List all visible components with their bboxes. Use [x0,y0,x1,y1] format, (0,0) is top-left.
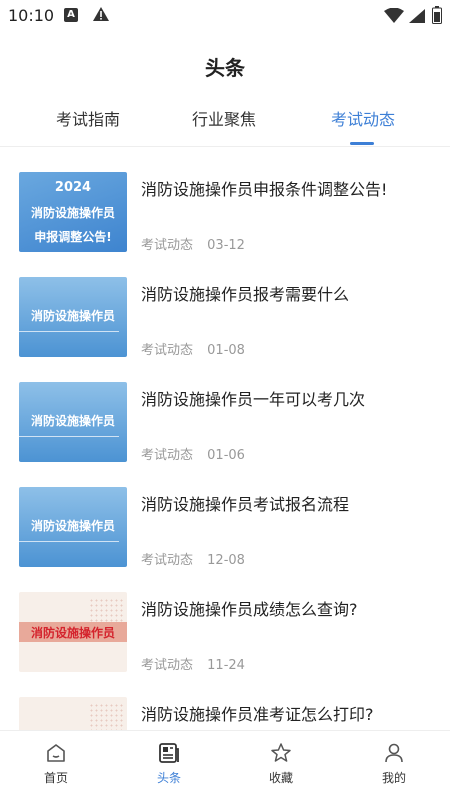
article-category: 考试动态 [141,448,194,463]
tab-industry-focus[interactable]: 行业聚焦 [192,106,256,130]
battery-icon [432,6,442,28]
divider [0,146,450,147]
thumbnail-text: 消防设施操作员 [30,414,115,428]
article-date: 11-24 [207,658,245,673]
nav-item-favorites[interactable]: 收藏 [241,741,321,786]
thumbnail-text: 申报调整公告! [34,230,112,244]
thumbnail-text: 消防设施操作员 [30,206,115,220]
article-thumbnail: 消防设施操作员 [19,277,127,357]
nav-label: 首页 [43,771,68,785]
article-category: 考试动态 [141,343,194,358]
article-category: 考试动态 [141,553,194,568]
article-date: 12-08 [207,553,245,568]
nav-item-home[interactable]: 首页 [16,741,96,786]
article-item[interactable]: 消防设施操作员 消防设施操作员考试报名流程 考试动态 12-08 [0,487,450,587]
active-tab-indicator [350,142,374,145]
status-time: 10:10 [8,6,55,25]
article-meta: 考试动态 01-06 [141,444,245,463]
nav-label: 头条 [156,771,181,785]
article-item[interactable]: 消防设施操作员 消防设施操作员一年可以考几次 考试动态 01-06 [0,382,450,482]
article-title: 消防设施操作员一年可以考几次 [141,390,366,409]
page-title: 头条 [205,56,245,80]
article-title: 消防设施操作员考试报名流程 [141,495,350,514]
article-item[interactable]: 消防设施操作员 消防设施操作员报考需要什么 考试动态 01-08 [0,277,450,377]
article-meta: 考试动态 12-08 [141,549,245,568]
article-meta: 考试动态 11-24 [141,654,245,673]
thumbnail-text: 消防设施操作员 [30,626,115,640]
article-title: 消防设施操作员准考证怎么打印? [141,705,374,724]
nav-label: 收藏 [268,771,293,785]
wifi-icon [384,7,404,28]
home-icon [47,744,65,762]
article-thumbnail [19,697,127,730]
article-thumbnail: 消防设施操作员 [19,592,127,672]
signal-icon [408,8,426,28]
article-thumbnail: 消防设施操作员 [19,382,127,462]
article-item[interactable]: 消防设施操作员 消防设施操作员成绩怎么查询? 考试动态 11-24 [0,592,450,692]
article-category: 考试动态 [141,658,194,673]
bottom-nav: 首页 头条 收藏 我的 [0,730,450,801]
tab-exam-guide[interactable]: 考试指南 [56,106,120,130]
article-title: 消防设施操作员申报条件调整公告! [141,180,388,199]
article-thumbnail: 2024 消防设施操作员 申报调整公告! [19,172,127,252]
nav-item-news[interactable]: 头条 [129,741,209,786]
article-date: 03-12 [207,238,245,253]
thumbnail-text: 消防设施操作员 [30,519,115,533]
tab-bar: 考试指南 行业聚焦 考试动态 [0,96,450,146]
article-date: 01-06 [207,448,245,463]
tab-exam-news[interactable]: 考试动态 [331,106,395,130]
user-icon [385,743,403,763]
nav-item-profile[interactable]: 我的 [354,741,434,786]
news-icon [159,743,179,763]
thumbnail-text: 2024 [54,180,92,195]
article-thumbnail: 消防设施操作员 [19,487,127,567]
thumbnail-text: 消防设施操作员 [30,309,115,323]
star-icon [271,743,291,762]
nav-label: 我的 [381,771,406,785]
status-bar: 10:10 A [0,0,450,32]
article-meta: 考试动态 01-08 [141,339,245,358]
warning-icon [92,6,110,26]
article-date: 01-08 [207,343,245,358]
article-meta: 考试动态 03-12 [141,234,245,253]
a-notification-icon: A [64,8,78,22]
article-item[interactable]: 2024 消防设施操作员 申报调整公告! 消防设施操作员申报条件调整公告! 考试… [0,172,450,272]
article-title: 消防设施操作员成绩怎么查询? [141,600,358,619]
article-title: 消防设施操作员报考需要什么 [141,285,350,304]
article-category: 考试动态 [141,238,194,253]
article-item[interactable]: 消防设施操作员准考证怎么打印? [0,697,450,730]
